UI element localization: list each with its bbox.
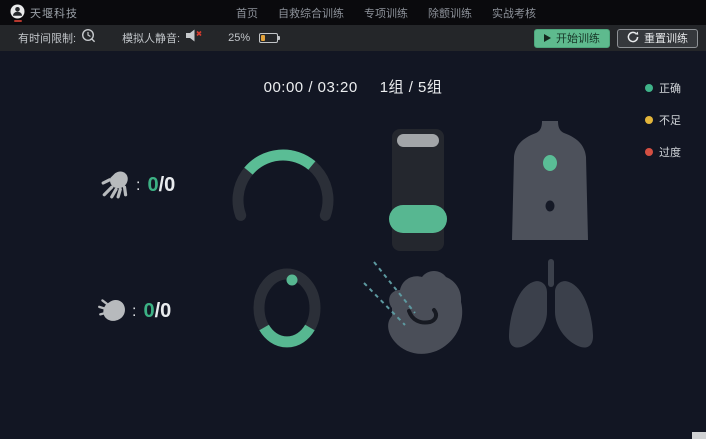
lungs-icon	[506, 259, 596, 359]
play-icon	[544, 34, 551, 42]
legend-label-correct: 正确	[659, 80, 681, 96]
compression-count: 0/0	[147, 174, 175, 197]
start-training-button[interactable]: 开始训练	[534, 29, 610, 48]
nav-item-practical-exam[interactable]: 实战考核	[492, 5, 536, 21]
time-limit-group: 有时间限制:	[18, 28, 96, 48]
session-groups: 1组 / 5组	[380, 79, 443, 96]
mute-group: 模拟人静音:	[122, 29, 202, 47]
session-timer: 00:00 / 03:20	[264, 79, 358, 96]
legend-item-correct: 正确	[645, 80, 681, 96]
compression-depth-gauge	[389, 129, 447, 251]
ventilation-count-total: /0	[155, 300, 172, 322]
hand-position-dot	[543, 155, 557, 171]
top-navbar: 天堰科技 首页 自救综合训练 专项训练 除颤训练 实战考核	[0, 0, 706, 25]
reset-icon	[627, 31, 639, 46]
ventilation-volume-gauge	[247, 261, 327, 361]
brand-logo-icon	[10, 4, 25, 22]
start-training-label: 开始训练	[556, 30, 600, 46]
nav-item-self-rescue-training[interactable]: 自救综合训练	[278, 5, 344, 21]
correct-dot-icon	[645, 84, 653, 92]
legend: 正确 不足 过度	[645, 80, 681, 160]
nav-item-defib-training[interactable]: 除颤训练	[428, 5, 472, 21]
ventilation-counter: : 0/0	[96, 293, 171, 330]
time-limit-label: 有时间限制:	[18, 30, 76, 46]
scrollbar-stub[interactable]	[692, 432, 706, 439]
depth-indicator	[397, 134, 439, 147]
compression-rate-gauge	[228, 138, 338, 235]
excessive-dot-icon	[645, 148, 653, 156]
insufficient-dot-icon	[645, 116, 653, 124]
ventilation-breath-icon	[96, 293, 128, 330]
battery-percent: 25%	[228, 32, 250, 44]
toolbar-actions: 开始训练 重置训练	[534, 29, 698, 48]
mute-label: 模拟人静音:	[122, 30, 180, 46]
nav-item-home[interactable]: 首页	[236, 5, 258, 21]
airway-head-tilt-icon	[362, 256, 467, 371]
nav-menu: 首页 自救综合训练 专项训练 除颤训练 实战考核	[236, 0, 536, 25]
speaker-muted-icon[interactable]	[185, 29, 202, 47]
legend-label-insufficient: 不足	[659, 112, 681, 128]
compression-count-current: 0	[147, 174, 158, 196]
ventilation-colon: :	[132, 303, 136, 321]
legend-item-excessive: 过度	[645, 144, 681, 160]
time-limit-clock-icon[interactable]	[81, 28, 96, 48]
ventilation-count-current: 0	[143, 300, 154, 322]
battery-icon	[259, 33, 278, 43]
hand-position-torso-icon	[507, 121, 593, 245]
reset-training-label: 重置训练	[644, 30, 688, 46]
legend-label-excessive: 过度	[659, 144, 681, 160]
toolbar: 有时间限制: 模拟人静音:	[0, 25, 706, 51]
brand-name: 天堰科技	[30, 5, 78, 21]
session-status: 00:00 / 03:20 1组 / 5组	[0, 76, 706, 97]
legend-item-insufficient: 不足	[645, 112, 681, 128]
training-dashboard: 00:00 / 03:20 1组 / 5组 正确 不足 过度	[0, 51, 706, 439]
cpr-training-app: 天堰科技 首页 自救综合训练 专项训练 除颤训练 实战考核 有时间限制: 模拟人…	[0, 0, 706, 439]
compression-counter: : 0/0	[100, 167, 175, 204]
battery-group: 25%	[228, 32, 278, 44]
ventilation-indicator-dot	[287, 275, 298, 286]
compression-hand-icon	[100, 167, 132, 204]
compression-colon: :	[136, 177, 140, 195]
brand: 天堰科技	[10, 4, 78, 22]
ventilation-count: 0/0	[143, 300, 171, 323]
depth-target-zone	[389, 205, 447, 233]
reset-training-button[interactable]: 重置训练	[617, 29, 698, 48]
nav-item-special-training[interactable]: 专项训练	[364, 5, 408, 21]
compression-count-total: /0	[159, 174, 176, 196]
